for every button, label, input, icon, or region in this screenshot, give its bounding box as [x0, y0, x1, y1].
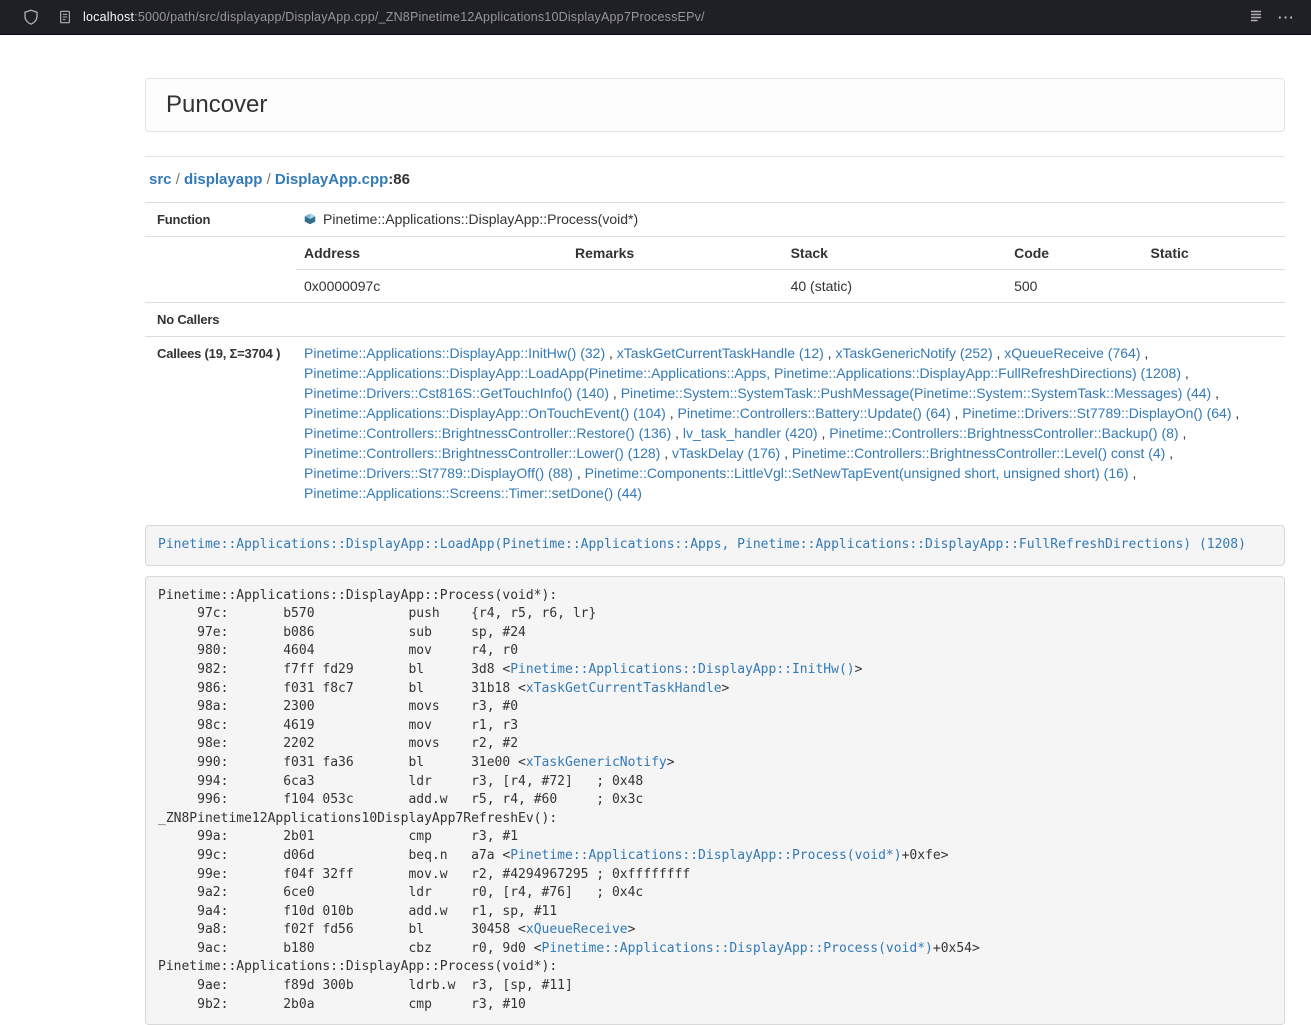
stats-header-stack: Stack	[783, 237, 1007, 270]
divider	[145, 156, 1285, 157]
callees-label: Callees (19, Σ=3704 )	[145, 337, 296, 510]
shield-icon[interactable]	[22, 8, 40, 26]
stats-stack: 40 (static)	[783, 270, 1007, 303]
page-title: Puncover	[166, 91, 1264, 119]
callers-label: No Callers	[145, 303, 296, 337]
callee-link[interactable]: vTaskDelay (176)	[672, 445, 780, 461]
breadcrumb-line-number: :86	[388, 171, 410, 188]
stats-values-row: 0x0000097c 40 (static) 500	[296, 270, 1285, 303]
callee-link[interactable]: Pinetime::System::SystemTask::PushMessag…	[621, 385, 1212, 401]
app-header: Puncover	[145, 78, 1285, 132]
callee-link[interactable]: Pinetime::Controllers::BrightnessControl…	[304, 425, 671, 441]
stats-header-remarks: Remarks	[567, 237, 783, 270]
callee-link[interactable]: Pinetime::Applications::DisplayApp::OnTo…	[304, 405, 666, 421]
breadcrumb-link[interactable]: displayapp	[184, 171, 262, 188]
stats-header-address: Address	[296, 237, 567, 270]
browser-toolbar: localhost:5000/path/src/displayapp/Displ…	[0, 0, 1311, 35]
stats-remarks	[567, 270, 783, 303]
url-host: localhost	[83, 10, 134, 24]
menu-icon[interactable]: ⋯	[1275, 9, 1297, 26]
main-content: Puncover src / displayapp / DisplayApp.c…	[145, 78, 1285, 1025]
function-row: Function Pinetime::Applications::Display…	[145, 203, 1285, 237]
function-label: Function	[145, 203, 296, 237]
callers-row: No Callers	[145, 303, 1285, 337]
stats-static	[1143, 270, 1285, 303]
callee-link[interactable]: Pinetime::Controllers::Battery::Update()…	[678, 405, 951, 421]
highlighted-symbol: Pinetime::Applications::DisplayApp::Load…	[145, 525, 1285, 566]
callers-cell	[296, 303, 1285, 337]
callee-link[interactable]: Pinetime::Drivers::St7789::DisplayOff() …	[304, 465, 573, 481]
code-symbol-link[interactable]: xTaskGetCurrentTaskHandle	[526, 681, 722, 696]
callee-link[interactable]: Pinetime::Drivers::Cst816S::GetTouchInfo…	[304, 385, 609, 401]
stats-table: Address Remarks Stack Code Static 0x0000…	[296, 237, 1285, 302]
breadcrumb-link[interactable]: src	[149, 171, 172, 188]
stats-header-row: Address Remarks Stack Code Static	[296, 237, 1285, 270]
code-symbol-link[interactable]: xQueueReceive	[526, 922, 628, 937]
callee-link[interactable]: Pinetime::Controllers::BrightnessControl…	[829, 425, 1178, 441]
stats-row: Address Remarks Stack Code Static 0x0000…	[145, 237, 1285, 303]
highlighted-symbol-link[interactable]: Pinetime::Applications::DisplayApp::Load…	[158, 537, 1246, 552]
stats-address: 0x0000097c	[296, 270, 567, 303]
code-symbol-link[interactable]: Pinetime::Applications::DisplayApp::Proc…	[542, 941, 933, 956]
code-symbol-link[interactable]: xTaskGenericNotify	[526, 755, 667, 770]
function-name-cell: Pinetime::Applications::DisplayApp::Proc…	[296, 203, 1285, 237]
function-icon	[304, 210, 316, 222]
callee-link[interactable]: xTaskGetCurrentTaskHandle (12)	[617, 345, 824, 361]
function-name: Pinetime::Applications::DisplayApp::Proc…	[323, 211, 638, 227]
callee-link[interactable]: Pinetime::Applications::DisplayApp::Load…	[304, 365, 1181, 381]
url-bar[interactable]: localhost:5000/path/src/displayapp/Displ…	[50, 5, 1237, 29]
breadcrumb-separator: /	[172, 171, 185, 188]
callee-link[interactable]: Pinetime::Drivers::St7789::DisplayOn() (…	[962, 405, 1231, 421]
code-symbol-link[interactable]: Pinetime::Applications::DisplayApp::Init…	[510, 662, 854, 677]
disassembly: Pinetime::Applications::DisplayApp::Proc…	[145, 576, 1285, 1025]
stats-row-label	[145, 237, 296, 303]
reader-view-icon[interactable]	[1247, 8, 1265, 26]
stats-header-static: Static	[1143, 237, 1285, 270]
callees-list: Pinetime::Applications::DisplayApp::Init…	[296, 337, 1285, 510]
callees-row: Callees (19, Σ=3704 ) Pinetime::Applicat…	[145, 337, 1285, 510]
url-text: localhost:5000/path/src/displayapp/Displ…	[83, 10, 705, 24]
code-symbol-link[interactable]: Pinetime::Applications::DisplayApp::Proc…	[510, 848, 901, 863]
stats-header-code: Code	[1006, 237, 1142, 270]
callee-link[interactable]: Pinetime::Applications::Screens::Timer::…	[304, 485, 642, 501]
callee-link[interactable]: Pinetime::Components::LittleVgl::SetNewT…	[585, 465, 1129, 481]
callee-link[interactable]: Pinetime::Controllers::BrightnessControl…	[304, 445, 660, 461]
breadcrumb-link[interactable]: DisplayApp.cpp	[275, 171, 388, 188]
callee-link[interactable]: xTaskGenericNotify (252)	[835, 345, 992, 361]
url-path: :5000/path/src/displayapp/DisplayApp.cpp…	[134, 10, 705, 24]
breadcrumb: src / displayapp / DisplayApp.cpp:86	[149, 170, 1285, 190]
stats-code: 500	[1006, 270, 1142, 303]
page-info-icon	[56, 8, 74, 26]
symbol-table: Function Pinetime::Applications::Display…	[145, 202, 1285, 509]
callee-link[interactable]: Pinetime::Applications::DisplayApp::Init…	[304, 345, 605, 361]
callee-link[interactable]: lv_task_handler (420)	[683, 425, 818, 441]
callee-link[interactable]: Pinetime::Controllers::BrightnessControl…	[792, 445, 1165, 461]
stats-cell: Address Remarks Stack Code Static 0x0000…	[296, 237, 1285, 303]
breadcrumb-separator: /	[262, 171, 275, 188]
callee-link[interactable]: xQueueReceive (764)	[1004, 345, 1140, 361]
